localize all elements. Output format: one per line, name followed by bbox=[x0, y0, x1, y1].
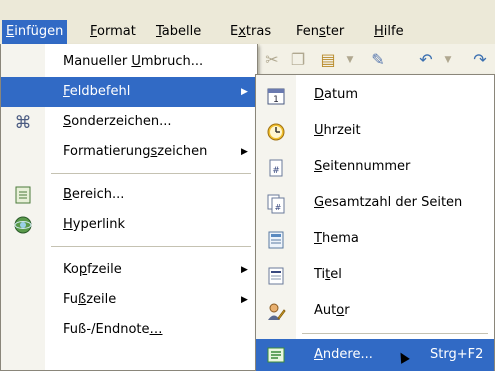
clone-formatting-icon[interactable]: ✎ bbox=[368, 50, 388, 70]
clock-icon bbox=[266, 121, 286, 141]
paste-icon[interactable]: ▤ bbox=[318, 50, 338, 70]
page-number-icon: # bbox=[266, 157, 286, 177]
svg-text:1: 1 bbox=[273, 95, 279, 105]
menu-einfuegen[interactable]: Einfügen bbox=[2, 20, 68, 44]
calendar-icon: 1 bbox=[266, 85, 286, 105]
other-fields-icon bbox=[266, 345, 286, 365]
section-icon bbox=[13, 185, 33, 205]
submenu-item-thema[interactable]: Thema bbox=[256, 221, 494, 257]
author-icon bbox=[266, 301, 286, 321]
menu-item-sonderzeichen[interactable]: ⌘ Sonderzeichen... bbox=[1, 107, 257, 137]
submenu-item-autor[interactable]: Autor bbox=[256, 293, 494, 329]
menu-fenster[interactable]: Fenster bbox=[292, 20, 348, 44]
submenu-item-datum[interactable]: 1 Datum bbox=[256, 77, 494, 113]
hyperlink-icon bbox=[13, 215, 33, 235]
menu-item-fussnote-endnote[interactable]: Fuß-/Endnote… bbox=[1, 315, 257, 345]
menu-item-kopfzeile[interactable]: Kopfzeile ▶ bbox=[1, 255, 257, 285]
cut-icon[interactable]: ✂ bbox=[262, 50, 282, 70]
menu-separator bbox=[51, 246, 251, 247]
menu-separator bbox=[51, 173, 251, 174]
shortcut-label: Strg+F2 bbox=[430, 347, 484, 362]
menu-item-formatierungszeichen[interactable]: Formatierungszeichen ▶ bbox=[1, 137, 257, 167]
svg-text:#: # bbox=[275, 203, 282, 212]
menu-hilfe[interactable]: Hilfe bbox=[370, 20, 408, 44]
menu-bar: Einfügen Format Tabelle Extras Fenster H… bbox=[0, 0, 495, 44]
submenu-item-uhrzeit[interactable]: Uhrzeit bbox=[256, 113, 494, 149]
submenu-separator bbox=[302, 333, 488, 334]
subject-icon bbox=[266, 229, 286, 249]
menu-item-bereich[interactable]: Bereich... bbox=[1, 180, 257, 210]
menu-extras[interactable]: Extras bbox=[226, 20, 275, 44]
paste-dropdown-icon[interactable]: ▼ bbox=[340, 50, 360, 70]
submenu-item-andere[interactable]: Andere... Strg+F2 bbox=[256, 339, 494, 371]
menu-item-fusszeile[interactable]: Fußzeile ▶ bbox=[1, 285, 257, 315]
undo-icon[interactable]: ↶ bbox=[416, 50, 436, 70]
copy-icon[interactable]: ❐ bbox=[288, 50, 308, 70]
menu-item-manueller-umbruch[interactable]: Manueller Umbruch... bbox=[1, 47, 257, 77]
title-icon bbox=[266, 265, 286, 285]
submenu-item-titel[interactable]: Titel bbox=[256, 257, 494, 293]
page-count-icon: # bbox=[266, 193, 286, 214]
submenu-arrow-icon: ▶ bbox=[241, 147, 248, 157]
undo-dropdown-icon[interactable]: ▼ bbox=[438, 50, 458, 70]
submenu-arrow-icon: ▶ bbox=[241, 295, 248, 305]
einfuegen-menu: Manueller Umbruch... Feldbefehl ▶ ⌘ Sond… bbox=[0, 44, 258, 371]
svg-text:⌘: ⌘ bbox=[15, 113, 32, 132]
submenu-item-seitennummer[interactable]: # Seitennummer bbox=[256, 149, 494, 185]
menu-format[interactable]: Format bbox=[86, 20, 140, 44]
svg-text:#: # bbox=[272, 166, 280, 176]
feldbefehl-submenu: 1 Datum Uhrzeit # Seitennummer # Gesamtz… bbox=[255, 74, 495, 371]
menu-item-hyperlink[interactable]: Hyperlink bbox=[1, 210, 257, 240]
submenu-arrow-icon: ▶ bbox=[241, 87, 248, 97]
special-character-icon: ⌘ bbox=[13, 112, 33, 133]
submenu-arrow-icon: ▶ bbox=[241, 265, 248, 275]
menu-item-feldbefehl[interactable]: Feldbefehl ▶ bbox=[1, 77, 257, 107]
menu-tabelle[interactable]: Tabelle bbox=[152, 20, 205, 44]
submenu-item-gesamtzahl-der-seiten[interactable]: # Gesamtzahl der Seiten bbox=[256, 185, 494, 221]
redo-icon[interactable]: ↷ bbox=[470, 50, 490, 70]
